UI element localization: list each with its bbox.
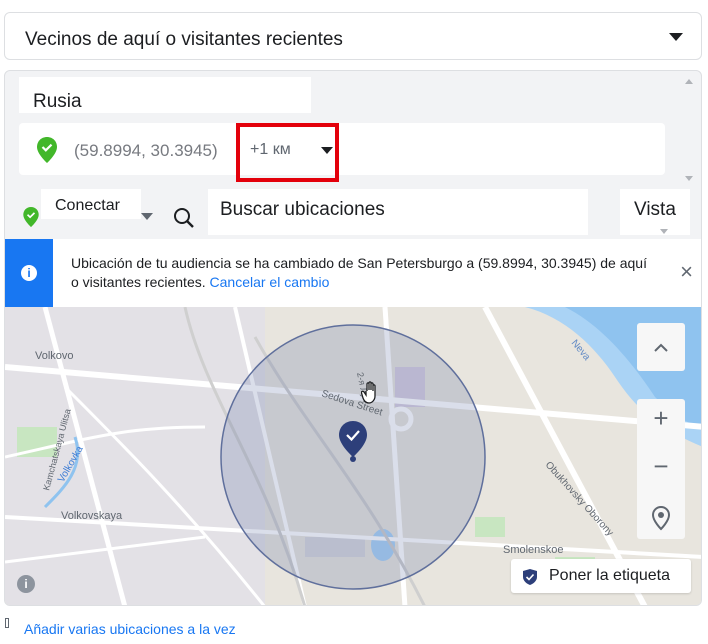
map-label-volkovskaya: Volkovskaya: [61, 510, 123, 522]
mode-dropdown[interactable]: Conectar: [41, 189, 141, 219]
zoom-controls: + −: [637, 399, 685, 509]
radius-highlight-box: [236, 123, 339, 182]
search-icon: [173, 207, 195, 234]
notice-message: Ubicación de tu audiencia se ha cambiado…: [71, 255, 647, 290]
map-info-icon[interactable]: i: [17, 575, 35, 593]
close-icon[interactable]: ×: [680, 259, 693, 285]
country-chip: Rusia: [19, 77, 311, 113]
map-label-volkovo: Volkovo: [35, 350, 74, 362]
locate-button[interactable]: [637, 499, 685, 539]
info-icon: i: [21, 265, 37, 281]
caret-down-icon[interactable]: [660, 229, 668, 234]
drop-pin-label: Poner la etiqueta: [549, 567, 670, 584]
chevron-down-icon: [669, 33, 683, 41]
selected-location-row: (59.8994, 30.3945) +1 км: [19, 123, 665, 175]
zoom-in-button[interactable]: +: [637, 403, 685, 434]
audience-type-label: Vecinos de aquí o visitantes recientes: [25, 29, 343, 50]
map-collapse-button[interactable]: [637, 323, 685, 371]
search-locations-label: Buscar ubicaciones: [220, 199, 385, 220]
mode-label: Conectar: [55, 197, 120, 214]
view-label: Vista: [634, 199, 676, 220]
search-locations-input[interactable]: Buscar ubicaciones: [208, 189, 588, 235]
location-changed-notice: i Ubicación de tu audiencia se ha cambia…: [5, 239, 701, 307]
audience-type-dropdown[interactable]: Vecinos de aquí o visitantes recientes: [4, 12, 702, 60]
search-toolbar: Conectar Buscar ubicaciones Vista: [5, 189, 701, 239]
location-pin-icon: [37, 137, 57, 168]
country-label: Rusia: [33, 91, 82, 112]
location-panel: Rusia (59.8994, 30.3945) +1 км Conectar …: [4, 70, 702, 606]
caret-down-icon[interactable]: [141, 213, 153, 220]
map-view[interactable]: Volkovo Volkovka Volkovskaya Sedova Stre…: [5, 307, 701, 605]
zoom-out-button[interactable]: −: [637, 451, 685, 482]
location-targeting-panel: Vecinos de aquí o visitantes recientes R…: [0, 0, 708, 644]
drop-pin-button[interactable]: Poner la etiqueta: [511, 559, 691, 593]
add-multiple-locations-link[interactable]: Añadir varias ubicaciones a la vez: [24, 621, 236, 637]
location-coordinates: (59.8994, 30.3945): [74, 141, 218, 160]
bulk-add-icon: [5, 618, 9, 628]
notice-text: Ubicación de tu audiencia se ha cambiado…: [71, 254, 656, 292]
notice-info-bar: i: [5, 239, 53, 307]
map-label-smolenskoe: Smolenskoe: [503, 544, 564, 556]
cancel-change-link[interactable]: Cancelar el cambio: [210, 274, 330, 290]
scroll-down-icon[interactable]: [685, 176, 693, 181]
view-dropdown[interactable]: Vista: [620, 189, 690, 235]
scroll-up-icon[interactable]: [685, 79, 693, 84]
include-pin-icon: [23, 207, 39, 232]
